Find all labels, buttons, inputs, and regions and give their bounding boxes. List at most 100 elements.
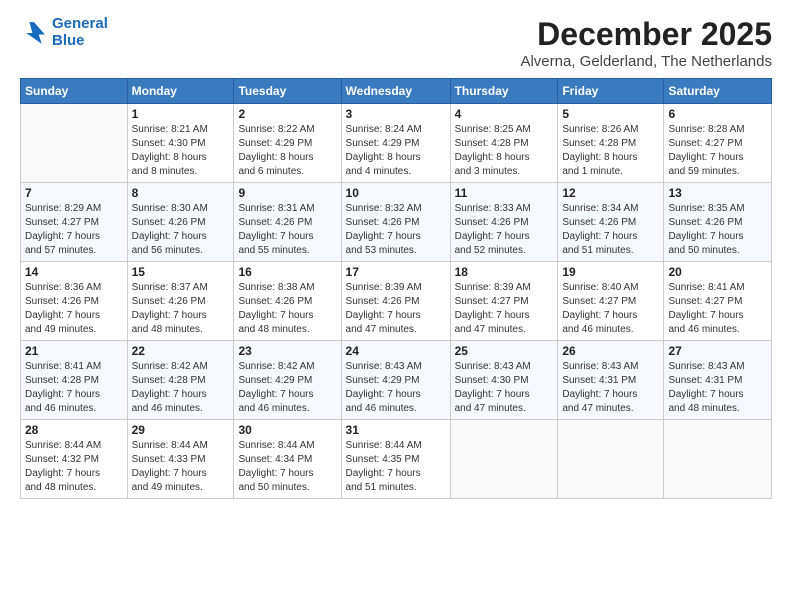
calendar-cell: 13Sunrise: 8:35 AMSunset: 4:26 PMDayligh… (664, 183, 772, 262)
calendar-cell: 3 Sunrise: 8:24 AMSunset: 4:29 PMDaylight… (341, 104, 450, 183)
calendar-cell: 30 Sunrise: 8:44 AMSunset: 4:34 PMDayligh… (234, 420, 341, 499)
calendar-week-1: 1 Sunrise: 8:21 AMSunset: 4:30 PMDaylight… (21, 104, 772, 183)
calendar-cell: 22 Sunrise: 8:42 AMSunset: 4:28 PMDayligh… (127, 341, 234, 420)
day-info: Sunrise: 8:42 AMSunset: 4:28 PMDaylight:… (132, 360, 230, 416)
calendar-cell: 15 Sunrise: 8:37 AMSunset: 4:26 PMDayligh… (127, 262, 234, 341)
day-number: 12 (562, 186, 659, 200)
header-thursday: Thursday (450, 79, 558, 104)
day-number: 6 (668, 107, 767, 121)
calendar-cell: 1 Sunrise: 8:21 AMSunset: 4:30 PMDaylight… (127, 104, 234, 183)
day-info: Sunrise: 8:41 AMSunset: 4:28 PMDaylight:… (25, 360, 123, 416)
day-number: 9 (238, 186, 336, 200)
calendar-cell (450, 420, 558, 499)
day-number: 19 (562, 265, 659, 279)
header-monday: Monday (127, 79, 234, 104)
calendar-cell: 21 Sunrise: 8:41 AMSunset: 4:28 PMDayligh… (21, 341, 128, 420)
day-number: 24 (346, 344, 446, 358)
day-info: Sunrise: 8:39 AMSunset: 4:26 PMDaylight:… (346, 281, 446, 337)
day-info: Sunrise: 8:40 AMSunset: 4:27 PMDaylight:… (562, 281, 659, 337)
day-info: Sunrise: 8:38 AMSunset: 4:26 PMDaylight:… (238, 281, 336, 337)
calendar-cell: 8 Sunrise: 8:30 AMSunset: 4:26 PMDaylight… (127, 183, 234, 262)
day-info: Sunrise: 8:32 AMSunset: 4:26 PMDaylight:… (346, 202, 446, 258)
day-info: Sunrise: 8:39 AMSunset: 4:27 PMDaylight:… (455, 281, 554, 337)
day-number: 26 (562, 344, 659, 358)
day-number: 22 (132, 344, 230, 358)
calendar-cell: 11Sunrise: 8:33 AMSunset: 4:26 PMDayligh… (450, 183, 558, 262)
day-number: 7 (25, 186, 123, 200)
day-info: Sunrise: 8:42 AMSunset: 4:29 PMDaylight:… (238, 360, 336, 416)
day-info: Sunrise: 8:43 AMSunset: 4:31 PMDaylight:… (668, 360, 767, 416)
logo-text: General Blue (52, 16, 108, 49)
day-info: Sunrise: 8:29 AMSunset: 4:27 PMDaylight:… (25, 202, 123, 258)
calendar-cell: 10 Sunrise: 8:32 AMSunset: 4:26 PMDayligh… (341, 183, 450, 262)
header-wednesday: Wednesday (341, 79, 450, 104)
day-info: Sunrise: 8:30 AMSunset: 4:26 PMDaylight:… (132, 202, 230, 258)
calendar-cell: 7 Sunrise: 8:29 AMSunset: 4:27 PMDaylight… (21, 183, 128, 262)
day-info: Sunrise: 8:37 AMSunset: 4:26 PMDaylight:… (132, 281, 230, 337)
day-number: 17 (346, 265, 446, 279)
calendar-cell: 25 Sunrise: 8:43 AMSunset: 4:30 PMDayligh… (450, 341, 558, 420)
day-info: Sunrise: 8:24 AMSunset: 4:29 PMDaylight:… (346, 123, 446, 179)
calendar-cell: 23 Sunrise: 8:42 AMSunset: 4:29 PMDayligh… (234, 341, 341, 420)
calendar-table: SundayMondayTuesdayWednesdayThursdayFrid… (20, 78, 772, 499)
day-number: 27 (668, 344, 767, 358)
day-number: 11 (455, 186, 554, 200)
day-number: 4 (455, 107, 554, 121)
day-number: 21 (25, 344, 123, 358)
day-number: 14 (25, 265, 123, 279)
day-info: Sunrise: 8:21 AMSunset: 4:30 PMDaylight:… (132, 123, 230, 179)
day-info: Sunrise: 8:44 AMSunset: 4:35 PMDaylight:… (346, 439, 446, 495)
day-number: 20 (668, 265, 767, 279)
header-friday: Friday (558, 79, 664, 104)
logo: General Blue (20, 16, 108, 49)
calendar-cell: 18 Sunrise: 8:39 AMSunset: 4:27 PMDayligh… (450, 262, 558, 341)
day-number: 13 (668, 186, 767, 200)
day-number: 25 (455, 344, 554, 358)
title-block: December 2025 Alverna, Gelderland, The N… (520, 16, 772, 70)
day-number: 2 (238, 107, 336, 121)
day-number: 5 (562, 107, 659, 121)
day-info: Sunrise: 8:22 AMSunset: 4:29 PMDaylight:… (238, 123, 336, 179)
day-number: 3 (346, 107, 446, 121)
calendar-cell: 27 Sunrise: 8:43 AMSunset: 4:31 PMDayligh… (664, 341, 772, 420)
day-info: Sunrise: 8:43 AMSunset: 4:31 PMDaylight:… (562, 360, 659, 416)
day-info: Sunrise: 8:44 AMSunset: 4:33 PMDaylight:… (132, 439, 230, 495)
day-number: 18 (455, 265, 554, 279)
day-number: 30 (238, 423, 336, 437)
day-number: 15 (132, 265, 230, 279)
calendar-cell: 9Sunrise: 8:31 AMSunset: 4:26 PMDaylight… (234, 183, 341, 262)
logo-general: General (52, 15, 108, 32)
month-title: December 2025 (520, 16, 772, 53)
calendar-cell: 6Sunrise: 8:28 AMSunset: 4:27 PMDaylight… (664, 104, 772, 183)
calendar-week-4: 21 Sunrise: 8:41 AMSunset: 4:28 PMDayligh… (21, 341, 772, 420)
calendar-week-3: 14 Sunrise: 8:36 AMSunset: 4:26 PMDayligh… (21, 262, 772, 341)
day-number: 23 (238, 344, 336, 358)
day-info: Sunrise: 8:25 AMSunset: 4:28 PMDaylight:… (455, 123, 554, 179)
day-number: 10 (346, 186, 446, 200)
day-info: Sunrise: 8:43 AMSunset: 4:30 PMDaylight:… (455, 360, 554, 416)
calendar-cell (21, 104, 128, 183)
calendar-cell (664, 420, 772, 499)
calendar-cell: 31Sunrise: 8:44 AMSunset: 4:35 PMDayligh… (341, 420, 450, 499)
header-saturday: Saturday (664, 79, 772, 104)
day-info: Sunrise: 8:44 AMSunset: 4:32 PMDaylight:… (25, 439, 123, 495)
calendar-cell: 19 Sunrise: 8:40 AMSunset: 4:27 PMDayligh… (558, 262, 664, 341)
calendar-cell: 24 Sunrise: 8:43 AMSunset: 4:29 PMDayligh… (341, 341, 450, 420)
day-number: 28 (25, 423, 123, 437)
logo-icon (20, 19, 48, 47)
day-info: Sunrise: 8:36 AMSunset: 4:26 PMDaylight:… (25, 281, 123, 337)
calendar-cell: 16Sunrise: 8:38 AMSunset: 4:26 PMDayligh… (234, 262, 341, 341)
day-info: Sunrise: 8:41 AMSunset: 4:27 PMDaylight:… (668, 281, 767, 337)
day-number: 1 (132, 107, 230, 121)
location-subtitle: Alverna, Gelderland, The Netherlands (520, 53, 772, 70)
day-number: 8 (132, 186, 230, 200)
day-info: Sunrise: 8:26 AMSunset: 4:28 PMDaylight:… (562, 123, 659, 179)
calendar-cell: 14 Sunrise: 8:36 AMSunset: 4:26 PMDayligh… (21, 262, 128, 341)
calendar-cell: 28 Sunrise: 8:44 AMSunset: 4:32 PMDayligh… (21, 420, 128, 499)
day-info: Sunrise: 8:43 AMSunset: 4:29 PMDaylight:… (346, 360, 446, 416)
calendar-cell: 4 Sunrise: 8:25 AMSunset: 4:28 PMDaylight… (450, 104, 558, 183)
calendar-header-row: SundayMondayTuesdayWednesdayThursdayFrid… (21, 79, 772, 104)
page: General Blue December 2025 Alverna, Geld… (0, 0, 792, 612)
day-info: Sunrise: 8:44 AMSunset: 4:34 PMDaylight:… (238, 439, 336, 495)
calendar-cell: 5 Sunrise: 8:26 AMSunset: 4:28 PMDaylight… (558, 104, 664, 183)
